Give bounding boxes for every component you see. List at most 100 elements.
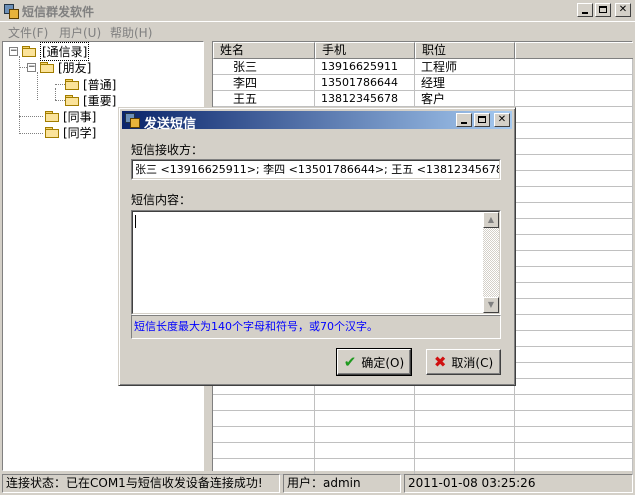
recipients-label: 短信接收方： [131,143,204,157]
cell-phone: 13916625911 [315,59,415,75]
empty-cell [515,59,633,75]
collapse-icon[interactable]: − [27,62,36,72]
tree-node-friends[interactable]: − [朋友] [27,59,91,75]
hint-panel: 短信长度最大为140个字母和符号，或70个汉字。 [131,315,501,339]
empty-cell [315,427,415,443]
empty-cell [515,235,633,251]
dialog-title: 发送短信 [144,117,197,132]
column-header-empty [515,42,633,59]
cell-title: 经理 [415,75,515,91]
empty-cell [515,411,633,427]
tree-node-important[interactable]: [重要] [65,92,116,108]
window-title: 短信群发软件 [22,5,95,19]
minimize-icon [582,12,588,14]
table-row[interactable]: 张三 13916625911 工程师 [213,59,633,75]
scroll-up-icon[interactable]: ▲ [483,212,499,228]
content-textarea[interactable] [133,212,483,313]
empty-cell [415,443,515,459]
dialog-app-icon [125,113,140,128]
text-caret [135,215,136,228]
tree-node-classmates[interactable]: [同学] [45,124,96,140]
table-row[interactable] [213,411,633,427]
status-bar: 连接状态：已在COM1与短信收发设备连接成功! 用户：admin 2011-01… [0,473,635,495]
empty-cell [213,427,315,443]
status-user: 用户：admin [283,474,401,493]
folder-icon [45,111,59,122]
menu-bar: 文件(F) 用户(U) 帮助(H) [0,22,635,40]
empty-cell [213,395,315,411]
minimize-icon [461,122,467,124]
table-row[interactable] [213,427,633,443]
maximize-button[interactable] [595,3,611,17]
table-row[interactable]: 李四 13501786644 经理 [213,75,633,91]
content-label: 短信内容： [131,193,192,207]
cancel-button-label: 取消(C) [451,355,494,370]
dialog-close-button[interactable]: ✕ [494,113,510,127]
empty-cell [213,443,315,459]
empty-cell [515,331,633,347]
column-header-name[interactable]: 姓名 [213,42,315,59]
tree-label-important: [重要] [83,93,117,108]
cancel-button[interactable]: ✖ 取消(C) [426,349,501,375]
cancel-x-icon: ✖ [433,353,447,371]
empty-cell [515,171,633,187]
main-title-bar: 短信群发软件 ✕ [0,0,635,22]
empty-cell [515,251,633,267]
empty-cell [515,347,633,363]
ok-button[interactable]: ✔ 确定(O) [336,348,412,376]
table-row[interactable] [213,443,633,459]
cell-title: 客户 [415,91,515,107]
grid-header: 姓名 手机 职位 [213,42,633,59]
maximize-icon [478,116,486,123]
close-button[interactable]: ✕ [615,3,631,17]
empty-cell [515,283,633,299]
minimize-button[interactable] [577,3,593,17]
tree-node-colleagues[interactable]: [同事] [45,108,96,124]
cell-name: 李四 [213,75,315,91]
dialog-minimize-button[interactable] [456,113,472,127]
tree-label-normal: [普通] [83,77,117,92]
send-sms-dialog: 发送短信 ✕ 短信接收方： 张三 <13916625911>; 李四 <1350… [118,107,516,386]
empty-cell [515,123,633,139]
content-scrollbar[interactable]: ▲ ▼ [483,212,499,313]
column-header-title[interactable]: 职位 [415,42,515,59]
folder-icon [65,95,79,106]
scroll-down-icon[interactable]: ▼ [483,297,499,313]
recipients-field[interactable]: 张三 <13916625911>; 李四 <13501786644>; 王五 <… [132,160,500,179]
empty-cell [415,411,515,427]
empty-cell [515,203,633,219]
collapse-icon[interactable]: − [9,46,18,56]
empty-cell [515,155,633,171]
empty-cell [515,395,633,411]
empty-cell [515,107,633,123]
empty-cell [515,187,633,203]
empty-cell [415,427,515,443]
empty-cell [315,411,415,427]
cell-name: 王五 [213,91,315,107]
recipients-field-frame: 张三 <13916625911>; 李四 <13501786644>; 王五 <… [131,159,501,180]
menu-user[interactable]: 用户(U) [59,24,101,41]
close-icon: ✕ [497,114,507,125]
empty-cell [515,379,633,395]
dialog-maximize-button[interactable] [474,113,490,127]
menu-help[interactable]: 帮助(H) [110,24,152,41]
empty-cell [415,395,515,411]
dialog-title-bar: 发送短信 ✕ [122,111,512,132]
hint-text: 短信长度最大为140个字母和符号，或70个汉字。 [134,320,378,333]
cell-phone: 13812345678 [315,91,415,107]
tree-label-colleagues: [同事] [63,109,97,124]
empty-cell [515,443,633,459]
empty-cell [515,315,633,331]
tree-node-normal[interactable]: [普通] [65,76,116,92]
table-row[interactable] [213,395,633,411]
table-row[interactable]: 王五 13812345678 客户 [213,91,633,107]
empty-cell [515,91,633,107]
empty-cell [515,75,633,91]
tree-node-root[interactable]: − [通信录] [9,41,90,61]
cell-title: 工程师 [415,59,515,75]
column-header-phone[interactable]: 手机 [315,42,415,59]
status-datetime: 2011-01-08 03:25:26 [404,474,633,493]
menu-file[interactable]: 文件(F) [8,24,48,41]
empty-cell [515,363,633,379]
empty-cell [315,443,415,459]
